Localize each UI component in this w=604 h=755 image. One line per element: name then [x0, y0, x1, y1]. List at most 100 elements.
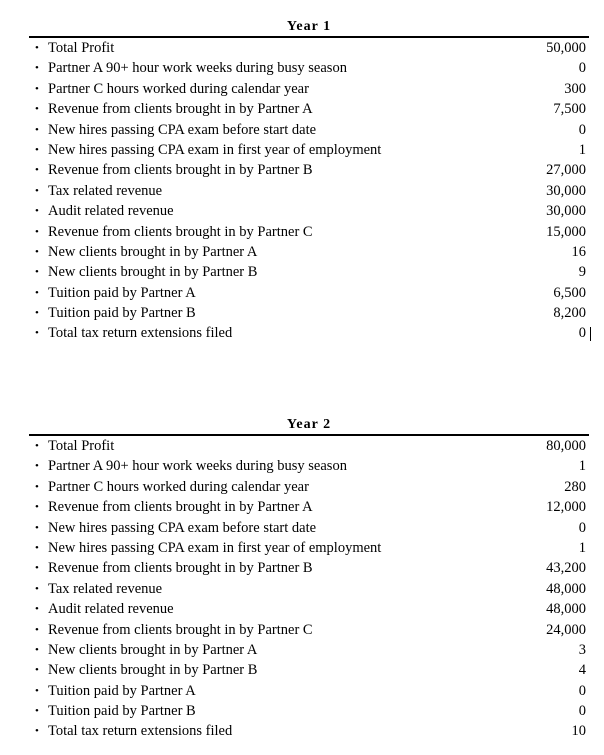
- metric-value: 0: [578, 325, 586, 342]
- bullet-icon: •: [35, 123, 39, 136]
- metric-label: New clients brought in by Partner A: [48, 641, 258, 658]
- bullet-icon: •: [35, 164, 39, 177]
- bullet-icon: •: [35, 725, 39, 738]
- list-item: • Revenue from clients brought in by Part…: [29, 497, 589, 517]
- year-1-section: Year 1 • Total Profit 50,000 • Partner A 90…: [29, 18, 591, 344]
- list-item: • Partner A 90+ hour work weeks during bu…: [29, 58, 589, 78]
- bullet-icon: •: [35, 184, 39, 197]
- list-item: • Total tax return extensions filed 10: [29, 721, 589, 741]
- bullet-icon: •: [35, 82, 39, 95]
- metric-label: Revenue from clients brought in by Partn…: [48, 162, 313, 179]
- bullet-icon: •: [35, 225, 39, 238]
- metric-value: 7,500: [553, 101, 586, 118]
- metric-label: Tuition paid by Partner A: [48, 284, 196, 301]
- list-item: • Partner A 90+ hour work weeks during bu…: [29, 456, 589, 476]
- list-item: • Revenue from clients brought in by Part…: [29, 99, 589, 119]
- metric-label: New hires passing CPA exam in first year…: [48, 539, 382, 556]
- list-item: • Tax related revenue 30,000: [29, 181, 589, 201]
- metric-label: Revenue from clients brought in by Partn…: [48, 223, 313, 240]
- metric-label: Partner C hours worked during calendar y…: [48, 478, 309, 495]
- metric-value: 43,200: [546, 560, 586, 577]
- metric-label: Audit related revenue: [48, 203, 174, 220]
- metric-label: Total tax return extensions filed: [48, 325, 233, 342]
- bullet-icon: •: [35, 286, 39, 299]
- bullet-icon: •: [35, 327, 39, 340]
- list-item: • New clients brought in by Partner B 4: [29, 660, 589, 680]
- bullet-icon: •: [35, 623, 39, 636]
- metric-value: 9: [578, 264, 586, 281]
- metric-value: 4: [578, 662, 586, 679]
- list-item: • Tuition paid by Partner B 8,200: [29, 303, 589, 323]
- list-item: • Tuition paid by Partner B 0: [29, 701, 589, 721]
- bullet-icon: •: [35, 266, 39, 279]
- metric-value: 1: [578, 539, 586, 556]
- list-item: • Total Profit 50,000: [29, 38, 589, 58]
- metric-value: 0: [578, 682, 586, 699]
- list-item: • New clients brought in by Partner A 16: [29, 242, 589, 262]
- metric-value: 30,000: [546, 182, 586, 199]
- bullet-icon: •: [35, 480, 39, 493]
- metric-value: 0: [578, 519, 586, 536]
- bullet-icon: •: [35, 603, 39, 616]
- metric-value: 1: [578, 141, 586, 158]
- metric-label: New clients brought in by Partner B: [48, 264, 258, 281]
- metric-label: New hires passing CPA exam before start …: [48, 121, 317, 138]
- text-cursor: [590, 327, 591, 342]
- metric-value: 3: [578, 641, 586, 658]
- bullet-icon: •: [35, 42, 39, 54]
- list-item: • Revenue from clients brought in by Part…: [29, 620, 589, 640]
- metric-label: Revenue from clients brought in by Partn…: [48, 499, 313, 516]
- metric-label: Partner A 90+ hour work weeks during bus…: [48, 60, 347, 77]
- list-item: • New hires passing CPA exam in first yea…: [29, 140, 589, 160]
- metric-label: New hires passing CPA exam before start …: [48, 519, 317, 536]
- section-title: Year 2: [286, 417, 332, 432]
- metric-label: Tax related revenue: [48, 182, 163, 199]
- metric-label: New clients brought in by Partner B: [48, 662, 258, 679]
- metric-label: Audit related revenue: [48, 601, 174, 618]
- metric-label: Partner A 90+ hour work weeks during bus…: [48, 458, 347, 475]
- metrics-list: • Total Profit 50,000 • Partner A 90+ hour …: [29, 38, 591, 344]
- metric-label: Revenue from clients brought in by Partn…: [48, 621, 313, 638]
- list-item: • Tuition paid by Partner A 6,500: [29, 283, 589, 303]
- metric-label: Tuition paid by Partner A: [48, 682, 196, 699]
- list-item: • Partner C hours worked during calendar …: [29, 79, 589, 99]
- bullet-icon: •: [35, 705, 39, 718]
- metric-value: 6,500: [553, 284, 586, 301]
- metric-label: Revenue from clients brought in by Partn…: [48, 560, 313, 577]
- metric-value: 1: [578, 458, 586, 475]
- list-item: • New hires passing CPA exam in first yea…: [29, 538, 589, 558]
- metric-value: 48,000: [546, 601, 586, 618]
- list-item: • Audit related revenue 48,000: [29, 599, 589, 619]
- bullet-icon: •: [35, 684, 39, 697]
- metric-value: 30,000: [546, 203, 586, 220]
- bullet-icon: •: [35, 643, 39, 656]
- list-item: • Tax related revenue 48,000: [29, 579, 589, 599]
- list-item: • Revenue from clients brought in by Part…: [29, 558, 589, 578]
- list-item: • New hires passing CPA exam before start…: [29, 120, 589, 140]
- list-item: • New clients brought in by Partner B 9: [29, 262, 589, 282]
- metric-label: New clients brought in by Partner A: [48, 243, 258, 260]
- list-item: • Audit related revenue 30,000: [29, 201, 589, 221]
- metrics-list: • Total Profit 80,000 • Partner A 90+ hour …: [29, 436, 589, 742]
- metric-value: 24,000: [546, 621, 586, 638]
- bullet-icon: •: [35, 582, 39, 595]
- metric-label: Total tax return extensions filed: [48, 723, 233, 740]
- bullet-icon: •: [35, 143, 39, 156]
- section-title: Year 1: [286, 19, 332, 34]
- list-item: • Total Profit 80,000: [29, 436, 589, 456]
- metric-label: Partner C hours worked during calendar y…: [48, 80, 309, 97]
- metric-label: Revenue from clients brought in by Partn…: [48, 101, 313, 118]
- metric-label: Tuition paid by Partner B: [48, 703, 196, 720]
- bullet-icon: •: [35, 245, 39, 258]
- metric-value: 80,000: [546, 438, 586, 454]
- metric-value: 280: [564, 478, 586, 495]
- metric-value: 27,000: [546, 162, 586, 179]
- bullet-icon: •: [35, 62, 39, 75]
- list-item: • Revenue from clients brought in by Part…: [29, 222, 589, 242]
- list-item: • New clients brought in by Partner A 3: [29, 640, 589, 660]
- metric-value: 15,000: [546, 223, 586, 240]
- metric-label: Tax related revenue: [48, 580, 163, 597]
- bullet-icon: •: [35, 440, 39, 452]
- metric-value: 0: [578, 60, 586, 77]
- metric-value: 48,000: [546, 580, 586, 597]
